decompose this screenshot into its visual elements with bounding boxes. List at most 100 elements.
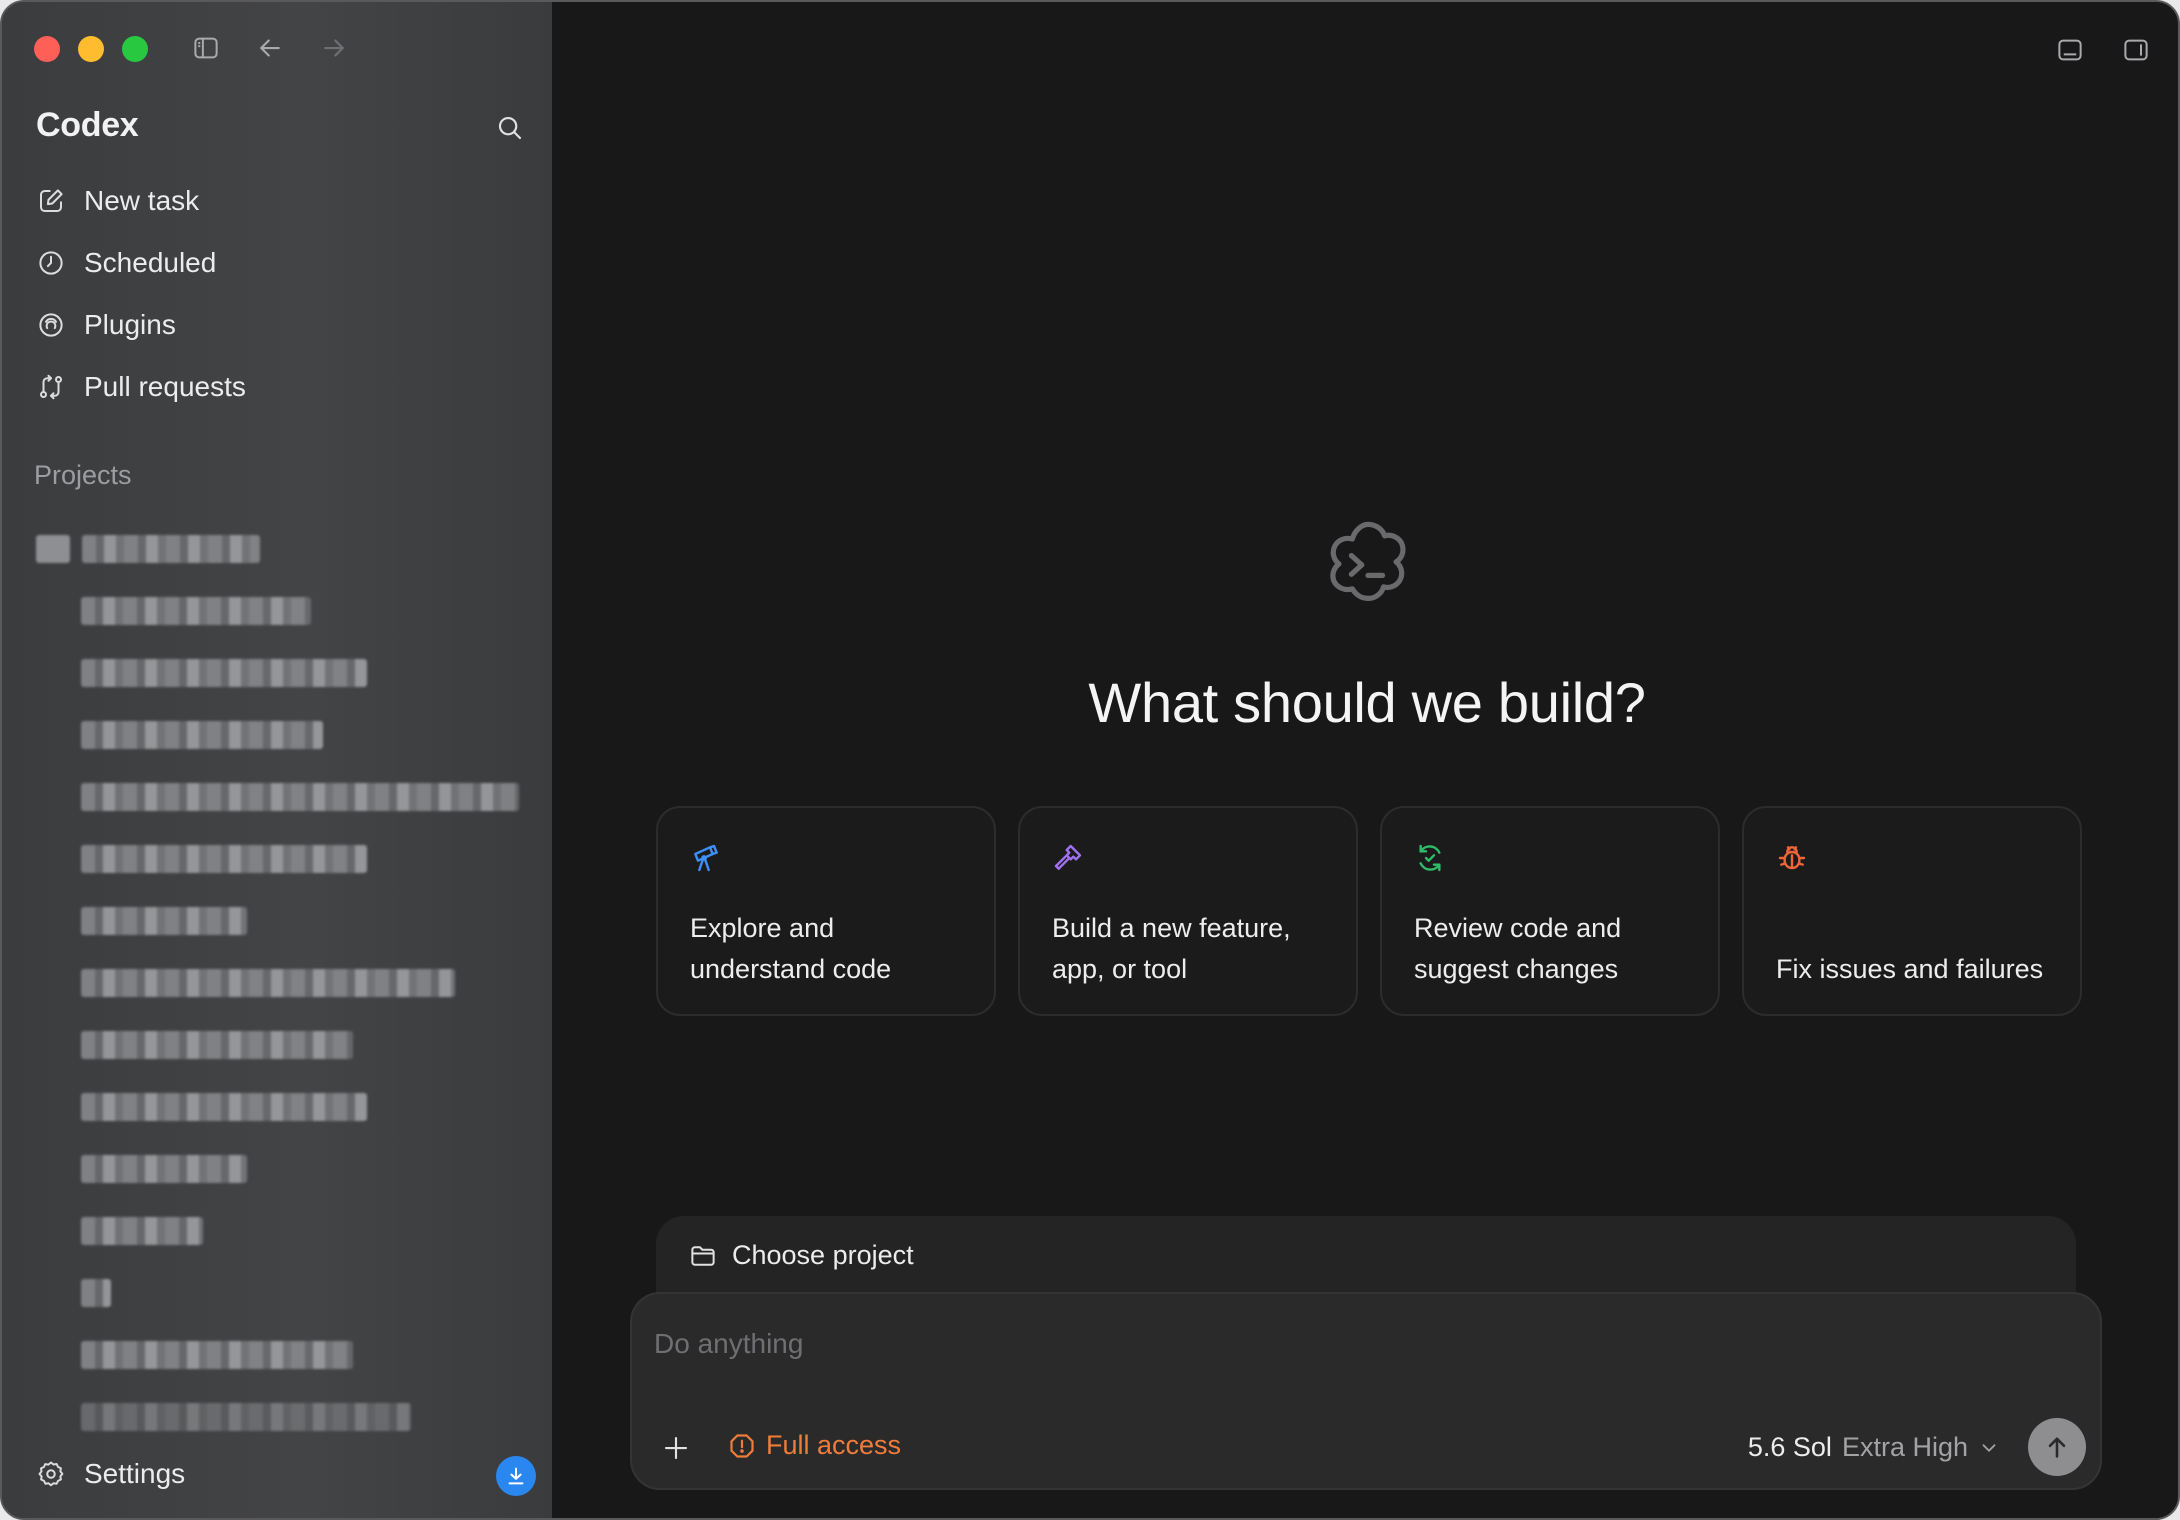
list-item[interactable] xyxy=(36,766,536,828)
settings-button[interactable]: Settings xyxy=(36,1458,185,1490)
list-item[interactable] xyxy=(36,1076,536,1138)
arrow-left-icon xyxy=(260,39,280,57)
sidebar-item-new-task[interactable]: New task xyxy=(22,172,532,230)
attach-button[interactable] xyxy=(658,1430,694,1466)
settings-label: Settings xyxy=(84,1458,186,1489)
redacted-thread-title xyxy=(81,1093,367,1121)
list-item[interactable] xyxy=(36,704,536,766)
pull-request-icon xyxy=(40,374,62,400)
close-window-button[interactable] xyxy=(34,36,60,62)
app-title: Codex xyxy=(36,106,139,144)
model-selector[interactable]: 5.6 Sol Extra High xyxy=(1748,1432,2000,1463)
redacted-thread-title xyxy=(81,783,519,811)
access-mode-label: Full access xyxy=(766,1430,902,1460)
list-item[interactable] xyxy=(36,1200,536,1262)
plugins-icon xyxy=(39,313,63,337)
panel-bottom-icon xyxy=(2058,39,2082,61)
project-folder[interactable] xyxy=(36,518,536,580)
list-item[interactable] xyxy=(36,1138,536,1200)
redacted-thread-title xyxy=(81,1155,247,1183)
sidebar-nav: New task Scheduled Plugins Pull requests xyxy=(22,172,532,420)
sidebar-item-label: New task xyxy=(84,185,200,216)
search-button[interactable] xyxy=(490,108,530,148)
sidebar-item-scheduled[interactable]: Scheduled xyxy=(22,234,532,292)
redacted-thread-title xyxy=(81,721,323,749)
update-download-button[interactable] xyxy=(496,1456,536,1496)
list-item[interactable] xyxy=(36,1014,536,1076)
suggestion-card-explore[interactable]: Explore and understand code xyxy=(656,806,996,1016)
list-item[interactable] xyxy=(36,1386,536,1448)
list-item[interactable] xyxy=(36,952,536,1014)
suggestion-card-fix[interactable]: Fix issues and failures xyxy=(1742,806,2082,1016)
projects-list xyxy=(36,518,536,1448)
chevron-down-icon xyxy=(1982,1443,1996,1452)
bug-icon xyxy=(1778,846,1806,870)
suggestion-card-review[interactable]: Review code and suggest changes xyxy=(1380,806,1720,1016)
toggle-bottom-panel-button[interactable] xyxy=(2052,32,2088,68)
gear-icon xyxy=(38,1461,64,1487)
list-item[interactable] xyxy=(36,828,536,890)
card-label: Build a new feature, app, or tool xyxy=(1052,913,1291,984)
forward-button[interactable] xyxy=(316,30,352,66)
redacted-thread-title xyxy=(81,907,247,935)
model-effort-level: Extra High xyxy=(1841,1432,1968,1462)
redacted-thread-title xyxy=(81,1031,353,1059)
redacted-thread-title xyxy=(81,1279,111,1307)
hammer-icon xyxy=(1054,844,1082,870)
prompt-input[interactable] xyxy=(654,1328,1754,1360)
list-item[interactable] xyxy=(36,1262,536,1324)
toggle-sidebar-button[interactable] xyxy=(188,30,224,66)
redacted-thread-title xyxy=(81,1403,411,1431)
app-window: Codex New task Scheduled Plugins Pull re… xyxy=(0,0,2180,1520)
suggestion-cards: Explore and understand code Build a new … xyxy=(656,806,2082,1016)
redacted-thread-title xyxy=(81,659,367,687)
suggestion-card-build[interactable]: Build a new feature, app, or tool xyxy=(1018,806,1358,1016)
folder-icon xyxy=(691,1245,715,1266)
arrow-up-icon xyxy=(2048,1437,2066,1458)
minimize-window-button[interactable] xyxy=(78,36,104,62)
plus-icon xyxy=(664,1436,688,1460)
list-item[interactable] xyxy=(36,642,536,704)
download-icon xyxy=(508,1467,524,1485)
send-button[interactable] xyxy=(2028,1418,2086,1476)
zoom-window-button[interactable] xyxy=(122,36,148,62)
back-button[interactable] xyxy=(252,30,288,66)
card-label: Review code and suggest changes xyxy=(1414,913,1622,984)
sidebar-item-plugins[interactable]: Plugins xyxy=(22,296,532,354)
review-icon xyxy=(1419,844,1441,872)
clock-icon xyxy=(39,251,63,275)
redacted-thread-title xyxy=(81,845,367,873)
card-label: Fix issues and failures xyxy=(1776,954,2044,984)
card-label: Explore and understand code xyxy=(690,913,892,984)
sidebar-item-label: Scheduled xyxy=(84,247,217,278)
choose-project-button[interactable]: Choose project xyxy=(688,1240,914,1271)
access-mode-button[interactable]: Full access xyxy=(728,1430,901,1461)
redacted-project-name xyxy=(82,535,260,563)
main-panel: What should we build? Explore and unders… xyxy=(552,2,2178,1518)
codex-logo-icon xyxy=(1330,521,1406,601)
sidebar-item-label: Pull requests xyxy=(84,371,246,402)
sidebar-item-pull-requests[interactable]: Pull requests xyxy=(22,358,532,416)
list-item[interactable] xyxy=(36,1324,536,1386)
sidebar-icon xyxy=(194,37,218,59)
sidebar-item-label: Plugins xyxy=(84,309,176,340)
list-item[interactable] xyxy=(36,580,536,642)
redacted-thread-title xyxy=(81,1217,203,1245)
sidebar: Codex New task Scheduled Plugins Pull re… xyxy=(2,2,552,1518)
edit-icon xyxy=(40,189,63,212)
arrow-right-icon xyxy=(324,39,344,57)
redacted-thread-title xyxy=(81,597,311,625)
toggle-right-panel-button[interactable] xyxy=(2118,32,2154,68)
projects-section-label: Projects xyxy=(34,460,132,490)
model-name: 5.6 Sol xyxy=(1747,1432,1832,1462)
search-icon xyxy=(498,116,522,140)
list-item[interactable] xyxy=(36,890,536,952)
page-title: What should we build? xyxy=(1088,671,1646,734)
redacted-thread-title xyxy=(81,1341,353,1369)
choose-project-label: Choose project xyxy=(732,1240,914,1270)
folder-icon xyxy=(36,535,70,563)
panel-right-icon xyxy=(2124,39,2148,61)
shield-alert-icon xyxy=(730,1433,754,1458)
redacted-thread-title xyxy=(81,969,455,997)
window-controls xyxy=(34,36,148,62)
